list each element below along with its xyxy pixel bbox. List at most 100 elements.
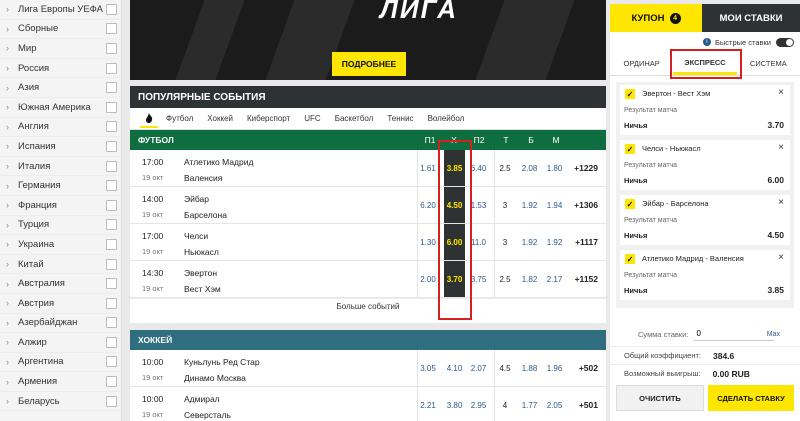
sidebar-item[interactable]: › Италия (0, 157, 121, 177)
tab-my-bets[interactable]: МОИ СТАВКИ (702, 4, 800, 32)
table-row[interactable]: 10:00 19 окт Адмирал Северсталь 2.21 3.8… (130, 387, 606, 421)
checkbox[interactable] (106, 297, 117, 309)
table-row[interactable]: 17:00 19 окт Челси Ньюкасл 1.30 6.00 11.… (130, 224, 606, 261)
table-row[interactable]: 14:00 19 окт Эйбар Барселона 6.20 4.50 1… (130, 187, 606, 224)
odd-under[interactable]: 1.96 (544, 350, 565, 386)
more-markets[interactable]: +502 (579, 350, 598, 386)
tab-single[interactable]: ОРДИНАР (610, 52, 673, 75)
odd-x[interactable]: 4.10 (444, 350, 465, 386)
checkbox[interactable] (106, 278, 117, 290)
odd-under[interactable]: 2.05 (544, 387, 565, 421)
odd-over[interactable]: 2.08 (519, 150, 540, 186)
sidebar-item[interactable]: › Мир (0, 39, 121, 59)
sidebar-item[interactable]: › Южная Америка (0, 98, 121, 118)
odd-x[interactable]: 3.80 (444, 387, 465, 421)
odd-p1[interactable]: 2.00 (417, 261, 438, 297)
odd-under[interactable]: 1.92 (544, 224, 565, 260)
close-icon[interactable]: × (778, 142, 784, 153)
more-markets[interactable]: +1306 (574, 187, 598, 223)
tab-hot[interactable] (140, 110, 158, 128)
tab-volleyball[interactable]: Волейбол (428, 114, 465, 123)
sidebar-item[interactable]: › Лига Европы УЕФА (0, 0, 121, 20)
tab-football[interactable]: Футбол (166, 114, 193, 123)
sidebar-item[interactable]: › Азербайджан (0, 314, 121, 334)
checkbox[interactable] (106, 199, 117, 211)
checkbox[interactable] (106, 219, 117, 231)
table-row[interactable]: 14:30 19 окт Эвертон Вест Хэм 2.00 3.70 … (130, 261, 606, 298)
checkbox[interactable] (106, 101, 117, 113)
sidebar-item[interactable]: › Армения (0, 372, 121, 392)
sidebar-item[interactable]: › Китай (0, 255, 121, 275)
odd-under[interactable]: 1.94 (544, 187, 565, 223)
checkbox[interactable] (106, 238, 117, 250)
check-icon[interactable]: ✓ (625, 144, 635, 154)
tab-basketball[interactable]: Баскетбол (335, 114, 374, 123)
checkbox[interactable] (106, 180, 117, 192)
checkbox[interactable] (106, 3, 117, 15)
info-icon[interactable]: i (702, 38, 711, 46)
checkbox[interactable] (106, 42, 117, 54)
odd-over[interactable]: 1.92 (519, 224, 540, 260)
sidebar-item[interactable]: › Австрия (0, 294, 121, 314)
checkbox[interactable] (106, 62, 117, 74)
checkbox[interactable] (106, 395, 117, 407)
close-icon[interactable]: × (778, 87, 784, 98)
sidebar-item[interactable]: › Россия (0, 59, 121, 79)
checkbox[interactable] (106, 356, 117, 368)
odd-under[interactable]: 1.80 (544, 150, 565, 186)
sidebar-item[interactable]: › Украина (0, 235, 121, 255)
more-markets[interactable]: +1117 (575, 224, 598, 260)
tab-hockey[interactable]: Хоккей (207, 114, 233, 123)
sidebar-item[interactable]: › Алжир (0, 333, 121, 353)
checkbox[interactable] (106, 82, 117, 94)
checkbox[interactable] (106, 258, 117, 270)
tab-system[interactable]: СИСТЕМА (737, 52, 800, 75)
checkbox[interactable] (106, 160, 117, 172)
place-bet-button[interactable]: СДЕЛАТЬ СТАВКУ (708, 385, 794, 411)
checkbox[interactable] (106, 121, 117, 133)
close-icon[interactable]: × (778, 252, 784, 263)
more-markets[interactable]: +501 (579, 387, 598, 421)
fast-bets-toggle[interactable] (776, 37, 794, 47)
sidebar-item[interactable]: › Австралия (0, 274, 121, 294)
max-stake-link[interactable]: Max (767, 331, 780, 338)
more-markets[interactable]: +1229 (574, 150, 598, 186)
sidebar-item[interactable]: › Германия (0, 176, 121, 196)
sidebar-item[interactable]: › Беларусь (0, 392, 121, 412)
tab-ufc[interactable]: UFC (304, 114, 320, 123)
odd-p1[interactable]: 6.20 (417, 187, 438, 223)
check-icon[interactable]: ✓ (625, 254, 635, 264)
odd-over[interactable]: 1.82 (519, 261, 540, 297)
table-row[interactable]: 10:00 19 окт Куньлунь Ред Стар Динамо Мо… (130, 350, 606, 387)
sidebar-item[interactable]: › Испания (0, 137, 121, 157)
check-icon[interactable]: ✓ (625, 199, 635, 209)
odd-over[interactable]: 1.92 (519, 187, 540, 223)
sidebar-item[interactable]: › Турция (0, 216, 121, 236)
check-icon[interactable]: ✓ (625, 89, 635, 99)
checkbox[interactable] (106, 376, 117, 388)
stake-input[interactable] (694, 327, 775, 341)
more-markets[interactable]: +1152 (575, 261, 598, 297)
sidebar-item[interactable]: › Аргентина (0, 353, 121, 373)
close-icon[interactable]: × (778, 197, 784, 208)
clear-button[interactable]: ОЧИСТИТЬ (616, 385, 704, 411)
sidebar-item[interactable]: › Сборные (0, 20, 121, 40)
sidebar-item[interactable]: › Азия (0, 78, 121, 98)
odd-p1[interactable]: 1.30 (417, 224, 438, 260)
more-button[interactable]: ПОДРОБНЕЕ (332, 52, 406, 76)
checkbox[interactable] (106, 140, 117, 152)
odd-p1[interactable]: 3.05 (417, 350, 438, 386)
table-row[interactable]: 17:00 19 окт Атлетико Мадрид Валенсия 1.… (130, 150, 606, 187)
odd-p2[interactable]: 2.95 (468, 387, 489, 421)
sidebar-item[interactable]: › Англия (0, 118, 121, 138)
checkbox[interactable] (106, 23, 117, 35)
more-events-link[interactable]: Больше событий (130, 298, 606, 314)
checkbox[interactable] (106, 336, 117, 348)
odd-p1[interactable]: 2.21 (417, 387, 438, 421)
odd-over[interactable]: 1.88 (519, 350, 540, 386)
odd-p2[interactable]: 2.07 (468, 350, 489, 386)
odd-p1[interactable]: 1.61 (417, 150, 438, 186)
tab-esports[interactable]: Киберспорт (247, 114, 290, 123)
checkbox[interactable] (106, 317, 117, 329)
tab-tennis[interactable]: Теннис (387, 114, 413, 123)
